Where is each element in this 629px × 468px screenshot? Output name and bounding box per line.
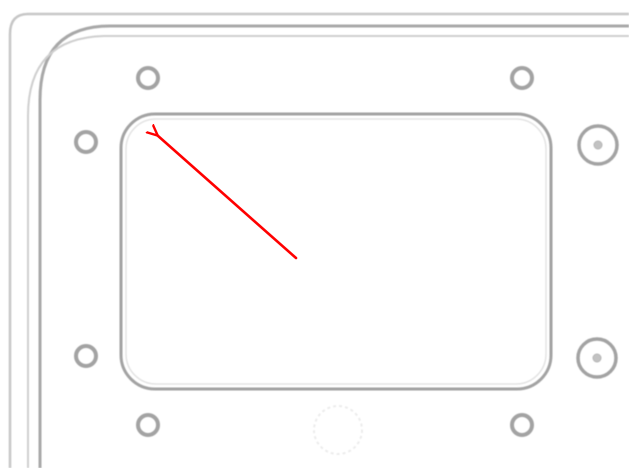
bolt-hole-left-lower — [74, 344, 98, 368]
bottom-center-hole — [313, 405, 363, 455]
plate-outer-edge — [8, 12, 629, 468]
bolt-hole-bottom-right — [510, 413, 534, 437]
plate-outline-inner — [27, 35, 629, 468]
bolt-hole-bottom-left — [136, 413, 160, 437]
drawing-canvas — [0, 0, 629, 468]
fastener-upper-inner — [593, 140, 603, 150]
inner-opening-shadow — [125, 118, 547, 385]
bolt-hole-left-upper — [74, 130, 98, 154]
bolt-hole-top-left — [136, 66, 160, 90]
inner-opening — [119, 112, 553, 391]
bolt-hole-top-right — [510, 66, 534, 90]
plate-outline-outer — [38, 24, 629, 468]
technical-drawing — [8, 12, 629, 468]
pointer-arrow — [157, 135, 298, 260]
fastener-lower-inner — [592, 353, 602, 363]
